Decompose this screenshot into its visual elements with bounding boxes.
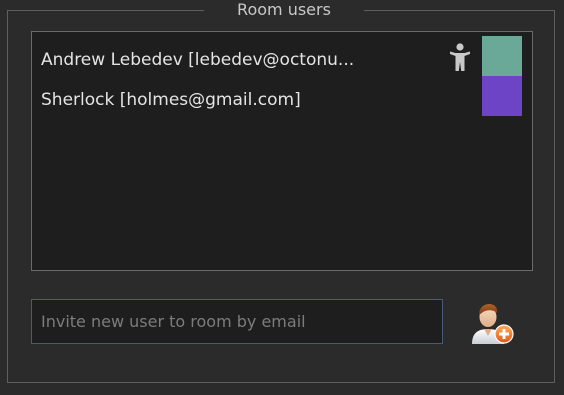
room-user-list[interactable]: Andrew Lebedev [lebedev@octonu... Sherlo… xyxy=(31,31,533,271)
user-name: Andrew Lebedev [lebedev@octonu... xyxy=(41,50,355,70)
user-color-swatch xyxy=(482,76,522,116)
room-users-panel: Room users Andrew Lebedev [lebedev@octon… xyxy=(0,0,564,395)
list-item[interactable]: Sherlock [holmes@gmail.com] xyxy=(32,76,532,120)
add-user-icon xyxy=(466,304,520,351)
add-user-button[interactable] xyxy=(466,300,520,348)
group-title: Room users xyxy=(204,0,364,22)
list-item[interactable]: Andrew Lebedev [lebedev@octonu... xyxy=(32,36,532,80)
user-name: Sherlock [holmes@gmail.com] xyxy=(41,90,301,110)
user-color-swatch xyxy=(482,36,522,76)
invite-email-input[interactable] xyxy=(31,299,443,344)
person-icon xyxy=(449,42,471,72)
